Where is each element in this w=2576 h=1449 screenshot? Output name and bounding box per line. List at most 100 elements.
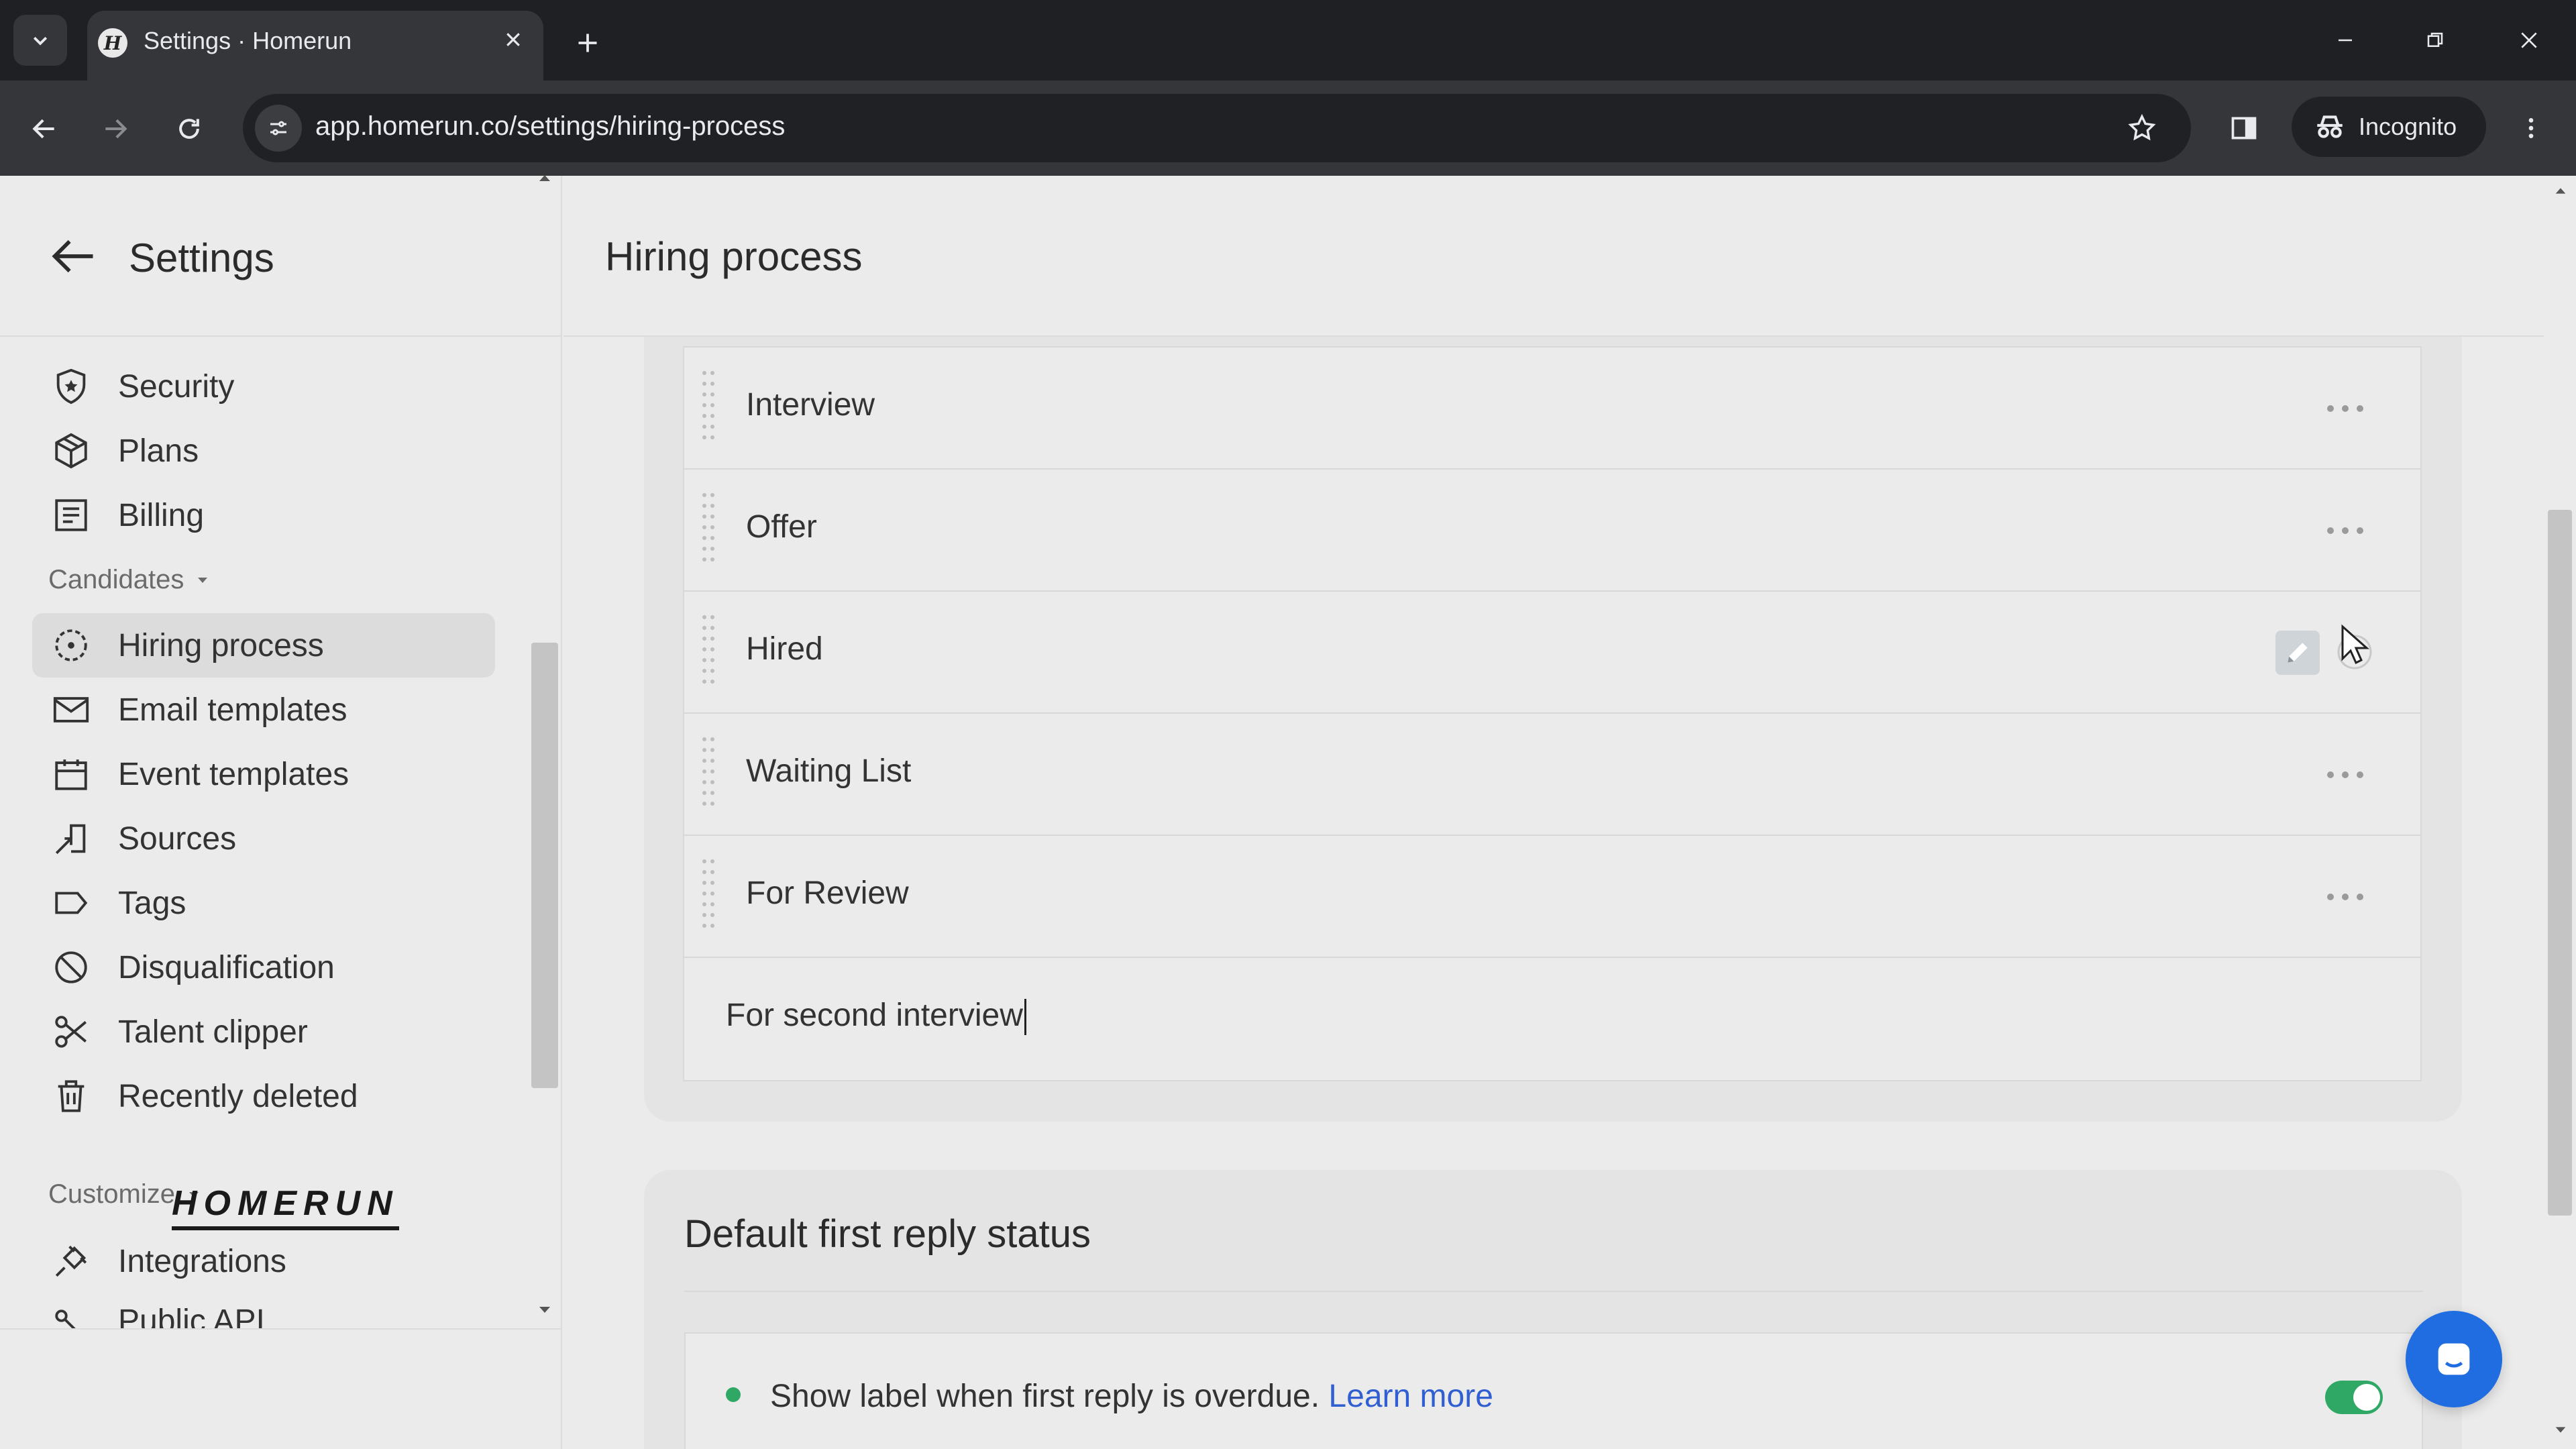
- reload-button[interactable]: [168, 107, 211, 150]
- section-label: Customize: [48, 1179, 175, 1209]
- sidebar-item-label: Event templates: [118, 756, 350, 792]
- drag-handle-icon[interactable]: [700, 369, 716, 448]
- toggle-knob: [2353, 1384, 2380, 1411]
- stage-more-button[interactable]: [2318, 386, 2372, 431]
- new-stage-field[interactable]: For second interview: [684, 959, 2420, 1080]
- chevron-down-icon: [33, 36, 48, 46]
- first-reply-setting-text: Show label when first reply is overdue. …: [770, 1378, 1493, 1415]
- pencil-icon: [2288, 643, 2308, 663]
- sidebar-footer: [0, 1328, 561, 1449]
- mouse-cursor-icon: [2341, 624, 2369, 665]
- forward-button[interactable]: [94, 107, 137, 150]
- stage-name: Interview: [746, 387, 875, 423]
- scroll-up-arrow-icon[interactable]: [537, 170, 553, 186]
- source-icon: [48, 816, 94, 861]
- restore-window-button[interactable]: [2415, 20, 2455, 60]
- homerun-favicon-icon: H: [98, 28, 127, 58]
- tab-search-button[interactable]: [13, 15, 67, 66]
- close-tab-button[interactable]: [496, 23, 530, 56]
- new-stage-input[interactable]: For second interview: [726, 997, 1026, 1036]
- url-text[interactable]: app.homerun.co/settings/hiring-process: [315, 111, 785, 142]
- stage-name: Hired: [746, 631, 823, 667]
- drag-handle-icon[interactable]: [700, 857, 716, 936]
- stage-row[interactable]: Offer: [684, 470, 2420, 592]
- first-reply-setting-row: Show label when first reply is overdue. …: [684, 1332, 2423, 1449]
- star-icon: [2128, 113, 2156, 141]
- trash-icon: [48, 1073, 94, 1119]
- overdue-label-toggle[interactable]: [2325, 1381, 2383, 1414]
- caret-down-icon: [198, 577, 208, 583]
- arrow-left-icon: [32, 119, 54, 139]
- sidebar-item-disqualification[interactable]: Disqualification: [32, 935, 495, 1000]
- candidates-section-toggle[interactable]: Candidates: [48, 565, 211, 595]
- sidebar-item-sources[interactable]: Sources: [32, 806, 495, 871]
- stage-row[interactable]: Interview: [684, 347, 2420, 470]
- minimize-icon: [2339, 39, 2352, 42]
- new-tab-button[interactable]: [568, 23, 608, 63]
- stage-more-button[interactable]: [2318, 875, 2372, 919]
- drag-handle-icon[interactable]: [700, 735, 716, 814]
- sidebar-item-label: Integrations: [118, 1243, 286, 1279]
- sidebar-item-billing[interactable]: Billing: [32, 483, 495, 547]
- reload-icon: [179, 119, 199, 139]
- sidebar-item-label: Recently deleted: [118, 1078, 358, 1114]
- new-stage-value: For second interview: [726, 998, 1023, 1033]
- shield-icon: [48, 364, 94, 409]
- page-scrollbar-thumb[interactable]: [2548, 510, 2572, 1216]
- sidebar-scrollbar-thumb[interactable]: [531, 643, 558, 1088]
- browser-menu-button[interactable]: [2509, 106, 2553, 150]
- back-to-app-button[interactable]: [47, 229, 101, 283]
- status-dot-icon: [726, 1387, 741, 1402]
- sidebar-item-label: Billing: [118, 497, 205, 533]
- bookmark-star-button[interactable]: [2120, 106, 2164, 150]
- scroll-up-arrow-icon[interactable]: [2553, 184, 2568, 199]
- sidebar-item-label: Tags: [118, 885, 186, 921]
- sidebar-item-label: Disqualification: [118, 949, 335, 985]
- incognito-badge[interactable]: Incognito: [2292, 97, 2486, 157]
- calendar-icon: [48, 751, 94, 797]
- restore-icon: [2427, 32, 2443, 47]
- sidebar-item-label: Security: [118, 368, 235, 405]
- more-horizontal-icon: [2327, 894, 2363, 900]
- sidebar-item-tags[interactable]: Tags: [32, 871, 495, 935]
- drag-handle-icon[interactable]: [700, 613, 716, 692]
- learn-more-link[interactable]: Learn more: [1328, 1379, 1493, 1414]
- stage-edit-button[interactable]: [2275, 631, 2320, 675]
- sidebar-item-email-templates[interactable]: Email templates: [32, 678, 495, 742]
- more-horizontal-icon: [2327, 527, 2363, 534]
- scroll-down-arrow-icon[interactable]: [537, 1301, 553, 1318]
- stage-row[interactable]: Hired: [684, 592, 2420, 714]
- drag-handle-icon[interactable]: [700, 491, 716, 570]
- side-panel-button[interactable]: [2222, 106, 2266, 150]
- incognito-label: Incognito: [2359, 113, 2457, 140]
- back-button[interactable]: [23, 107, 66, 150]
- sidebar-item-recently-deleted[interactable]: Recently deleted: [32, 1064, 495, 1128]
- arrow-left-icon: [52, 239, 93, 273]
- site-info-button[interactable]: [255, 105, 302, 152]
- sidebar-item-integrations[interactable]: Integrations: [32, 1229, 495, 1293]
- sidebar-item-event-templates[interactable]: Event templates: [32, 742, 495, 806]
- close-icon: [506, 33, 520, 46]
- close-window-button[interactable]: [2509, 20, 2549, 60]
- sidebar-item-plans[interactable]: Plans: [32, 419, 495, 483]
- support-chat-button[interactable]: [2406, 1311, 2502, 1407]
- stage-more-button[interactable]: [2318, 508, 2372, 553]
- minimize-window-button[interactable]: [2325, 20, 2365, 60]
- setting-description: Show label when first reply is overdue.: [770, 1379, 1320, 1414]
- stage-row[interactable]: Waiting List: [684, 714, 2420, 836]
- incognito-icon: [2317, 115, 2343, 138]
- mail-icon: [48, 687, 94, 733]
- sidebar-item-label: Plans: [118, 433, 199, 469]
- sidebar-item-talent-clipper[interactable]: Talent clipper: [32, 1000, 495, 1064]
- box-icon: [48, 428, 94, 474]
- sidebar-item-security[interactable]: Security: [32, 354, 495, 419]
- more-vertical-icon: [2528, 118, 2534, 138]
- stage-row[interactable]: For Review: [684, 836, 2420, 958]
- sidebar-item-hiring-process[interactable]: Hiring process: [32, 613, 495, 678]
- sidebar-item-label: Email templates: [118, 692, 347, 728]
- plug-icon: [48, 1238, 94, 1284]
- scroll-down-arrow-icon[interactable]: [2553, 1422, 2568, 1437]
- stage-name: Offer: [746, 509, 817, 545]
- sidebar-item-public-api[interactable]: Public API: [32, 1293, 495, 1328]
- stage-more-button[interactable]: [2318, 753, 2372, 797]
